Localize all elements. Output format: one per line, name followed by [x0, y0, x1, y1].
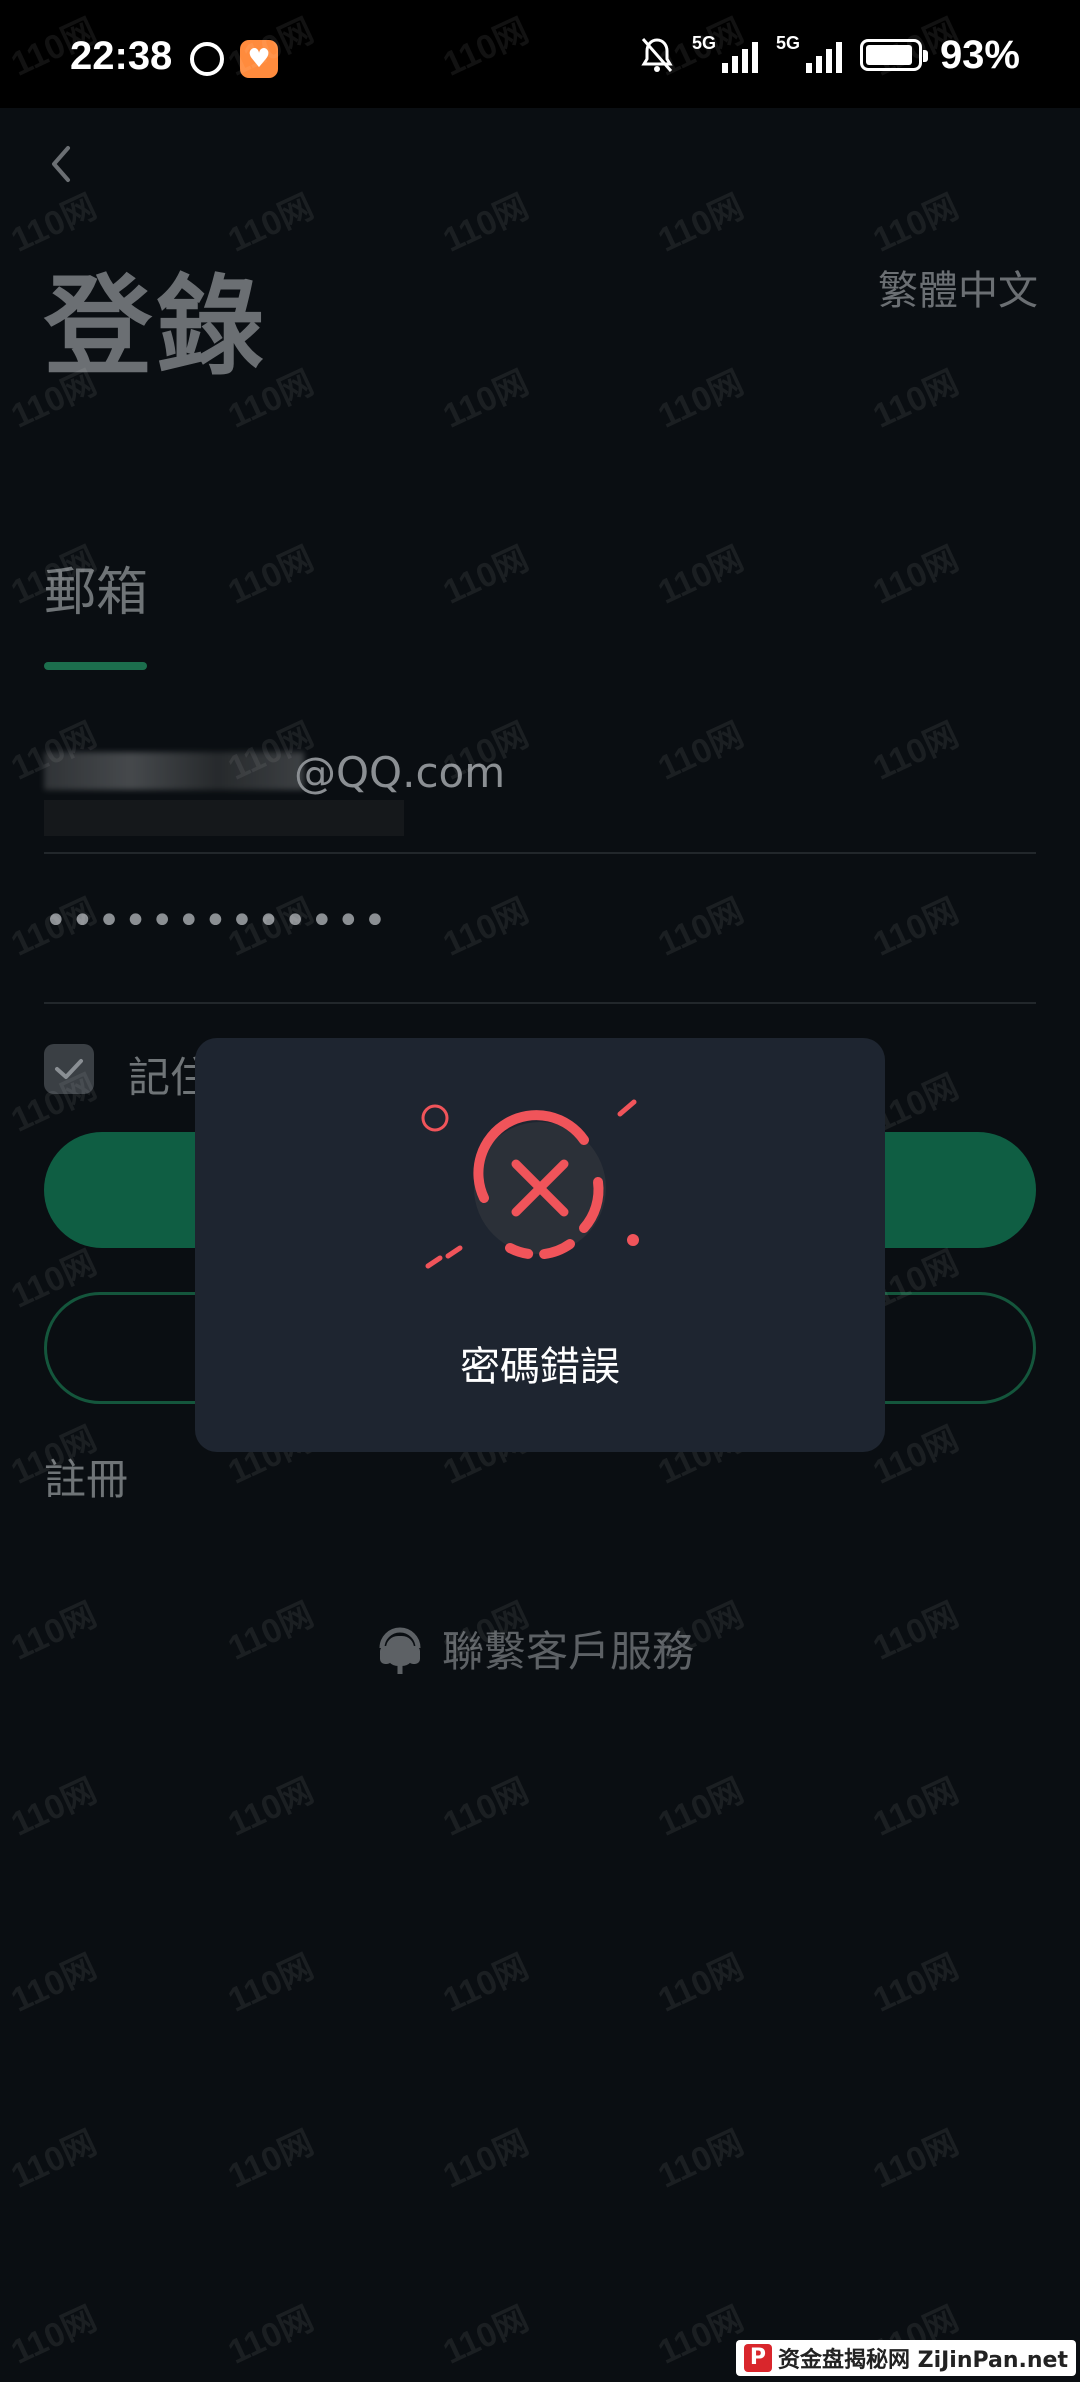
error-x-icon	[421, 1099, 639, 1269]
watermark-text: 110网	[652, 187, 750, 260]
alarm-icon	[190, 42, 224, 76]
error-message: 密碼錯誤	[460, 1344, 620, 1390]
email-divider	[44, 852, 1036, 854]
watermark-text: 110网	[437, 2123, 535, 2196]
signal-2-icon: 5G	[776, 33, 842, 73]
watermark-text: 110网	[652, 891, 750, 964]
language-selector[interactable]: 繁體中文	[878, 258, 1038, 316]
watermark-text: 110网	[5, 1595, 103, 1668]
watermark-text: 110网	[437, 539, 535, 612]
watermark-text: 110网	[652, 1595, 750, 1668]
watermark-text: 110网	[652, 1771, 750, 1844]
watermark-text: 110网	[222, 539, 320, 612]
contact-support-link[interactable]: 聯繫客戶服務	[372, 1616, 694, 1680]
site-logo-icon: P	[743, 2344, 772, 2372]
watermark-text: 110网	[867, 891, 965, 964]
watermark-text: 110网	[867, 1771, 965, 1844]
watermark-text: 110网	[437, 2299, 535, 2372]
site-badge-text: 资金盘揭秘网 ZiJinPan.net	[777, 2348, 1068, 2373]
watermark-text: 110网	[867, 715, 965, 788]
watermark-text: 110网	[5, 2123, 103, 2196]
watermark-text: 110网	[652, 715, 750, 788]
watermark-text: 110网	[222, 2123, 320, 2196]
password-divider	[44, 1002, 1036, 1004]
watermark-text: 110网	[867, 187, 965, 260]
watermark-text: 110网	[652, 2123, 750, 2196]
watermark-text: 110网	[222, 1947, 320, 2020]
watermark-text: 110网	[5, 1947, 103, 2020]
email-redaction-shadow	[44, 800, 404, 836]
watermark-text: 110网	[867, 539, 965, 612]
headset-icon	[379, 1627, 421, 1674]
watermark-text: 110网	[222, 2299, 320, 2372]
error-dialog: 密碼錯誤	[195, 1038, 885, 1452]
watermark-text: 110网	[222, 1771, 320, 1844]
watermark-text: 110网	[437, 891, 535, 964]
watermark-text: 110网	[5, 1771, 103, 1844]
watermark-text: 110网	[867, 2123, 965, 2196]
watermark-text: 110网	[867, 1947, 965, 2020]
watermark-text: 110网	[867, 1595, 965, 1668]
watermark-text: 110网	[222, 891, 320, 964]
watermark-text: 110网	[222, 187, 320, 260]
watermark-text: 110网	[5, 2299, 103, 2372]
site-badge: P 资金盘揭秘网 ZiJinPan.net	[735, 2340, 1076, 2376]
tab-email-indicator	[44, 662, 147, 670]
watermark-text: 110网	[867, 363, 965, 436]
watermark-text: 110网	[437, 1947, 535, 2020]
watermark-text: 110网	[437, 1771, 535, 1844]
watermark-text: 110网	[222, 1595, 320, 1668]
watermark-text: 110网	[652, 2299, 750, 2372]
watermark-text: 110网	[437, 187, 535, 260]
watermark-text: 110网	[652, 1947, 750, 2020]
watermark-text: 110网	[652, 539, 750, 612]
watermark-text: 110网	[437, 363, 535, 436]
watermark-text: 110网	[5, 891, 103, 964]
watermark-text: 110网	[652, 363, 750, 436]
